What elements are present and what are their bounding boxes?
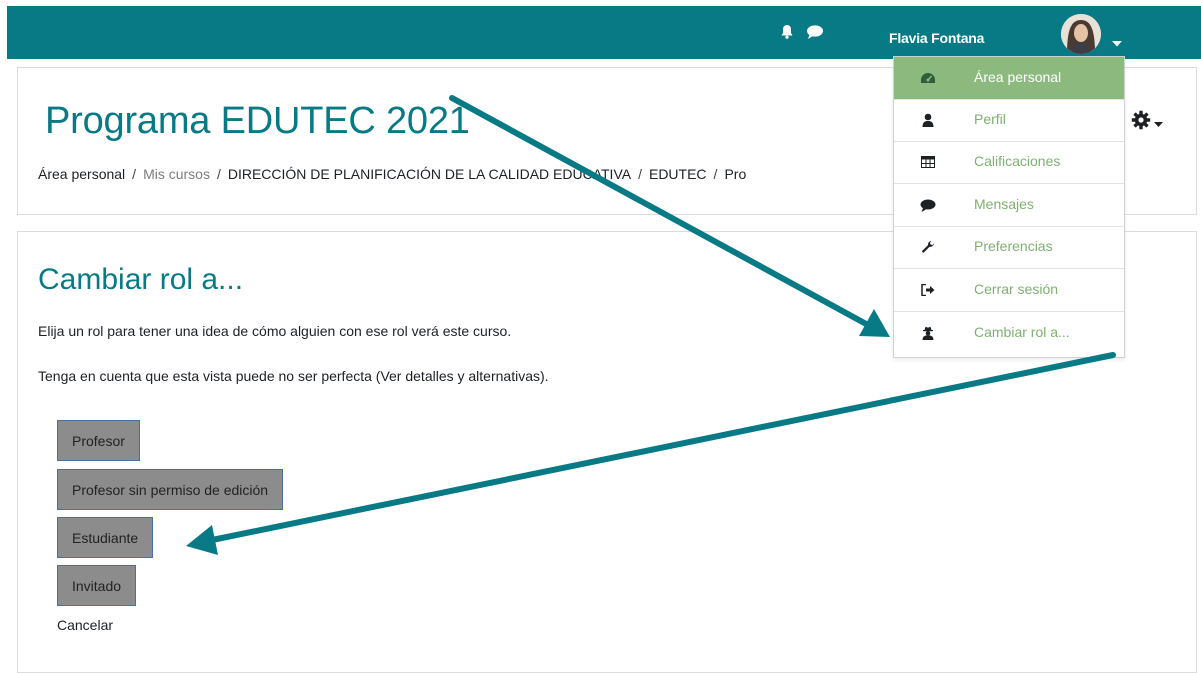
user-icon	[920, 112, 936, 128]
top-navbar	[7, 6, 1201, 59]
dashboard-icon	[920, 70, 936, 86]
menu-item-label: Perfil	[974, 111, 1006, 127]
note-prefix: Tenga en cuenta que esta vista puede no …	[38, 368, 381, 384]
menu-item-area-personal[interactable]: Área personal	[894, 57, 1124, 100]
breadcrumb: Área personal / Mis cursos / DIRECCIÓN DE PL…	[38, 166, 746, 182]
breadcrumb-item-pro[interactable]: Pro	[724, 166, 746, 182]
menu-item-label: Preferencias	[974, 238, 1053, 254]
breadcrumb-separator: /	[713, 166, 718, 182]
menu-item-cerrar-sesion[interactable]: Cerrar sesión	[894, 269, 1124, 312]
breadcrumb-separator: /	[132, 166, 137, 182]
breadcrumb-separator: /	[216, 166, 221, 182]
menu-item-label: Área personal	[974, 69, 1062, 85]
menu-item-label: Cambiar rol a...	[974, 324, 1070, 340]
menu-item-label: Cerrar sesión	[974, 281, 1059, 297]
avatar[interactable]	[1061, 14, 1101, 54]
breadcrumb-item-area-personal[interactable]: Área personal	[38, 166, 125, 182]
menu-item-label: Mensajes	[974, 196, 1034, 212]
cancel-link[interactable]: Cancelar	[57, 617, 113, 633]
caret-down-icon	[1154, 114, 1163, 132]
details-link[interactable]: Ver detalles y alternativas	[380, 368, 540, 384]
role-button-invitado[interactable]: Invitado	[57, 565, 137, 606]
chat-icon[interactable]	[806, 24, 824, 40]
menu-item-label: Calificaciones	[974, 153, 1061, 169]
role-button-profesor-sin-permiso[interactable]: Profesor sin permiso de edición	[57, 469, 284, 510]
note-suffix: ).	[539, 368, 549, 384]
breadcrumb-item-edutec[interactable]: EDUTEC	[649, 166, 707, 182]
menu-item-mensajes[interactable]: Mensajes	[894, 184, 1124, 227]
course-title: Programa EDUTEC 2021	[45, 100, 470, 142]
table-icon	[920, 154, 936, 170]
menu-item-perfil[interactable]: Perfil	[894, 99, 1124, 142]
gear-icon	[1131, 110, 1151, 135]
menu-item-preferencias[interactable]: Preferencias	[894, 226, 1124, 269]
role-button-estudiante[interactable]: Estudiante	[57, 517, 154, 558]
breadcrumb-item-mis-cursos[interactable]: Mis cursos	[143, 166, 210, 182]
breadcrumb-separator: /	[638, 166, 642, 182]
breadcrumb-item-direccion[interactable]: DIRECCIÓN DE PLANIFICACIÓN DE LA CALIDAD…	[228, 166, 631, 182]
user-dropdown-menu: Área personal Perfil Calificaciones Mens…	[893, 56, 1125, 358]
user-secret-icon	[920, 325, 936, 341]
menu-item-cambiar-rol[interactable]: Cambiar rol a...	[894, 312, 1124, 354]
menu-item-calificaciones[interactable]: Calificaciones	[894, 141, 1124, 184]
chat-icon	[920, 197, 936, 213]
page-title: Cambiar rol a...	[38, 263, 244, 296]
caret-down-icon[interactable]	[1112, 34, 1122, 52]
user-name[interactable]: Flavia Fontana	[889, 30, 984, 46]
sign-out-icon	[920, 282, 936, 298]
bell-icon[interactable]	[780, 24, 794, 40]
role-button-profesor[interactable]: Profesor	[57, 420, 140, 461]
wrench-icon	[920, 239, 936, 255]
intro-text: Elija un rol para tener una idea de cómo…	[38, 323, 512, 339]
note-text: Tenga en cuenta que esta vista puede no …	[38, 368, 549, 384]
settings-menu-button[interactable]	[1131, 110, 1163, 135]
